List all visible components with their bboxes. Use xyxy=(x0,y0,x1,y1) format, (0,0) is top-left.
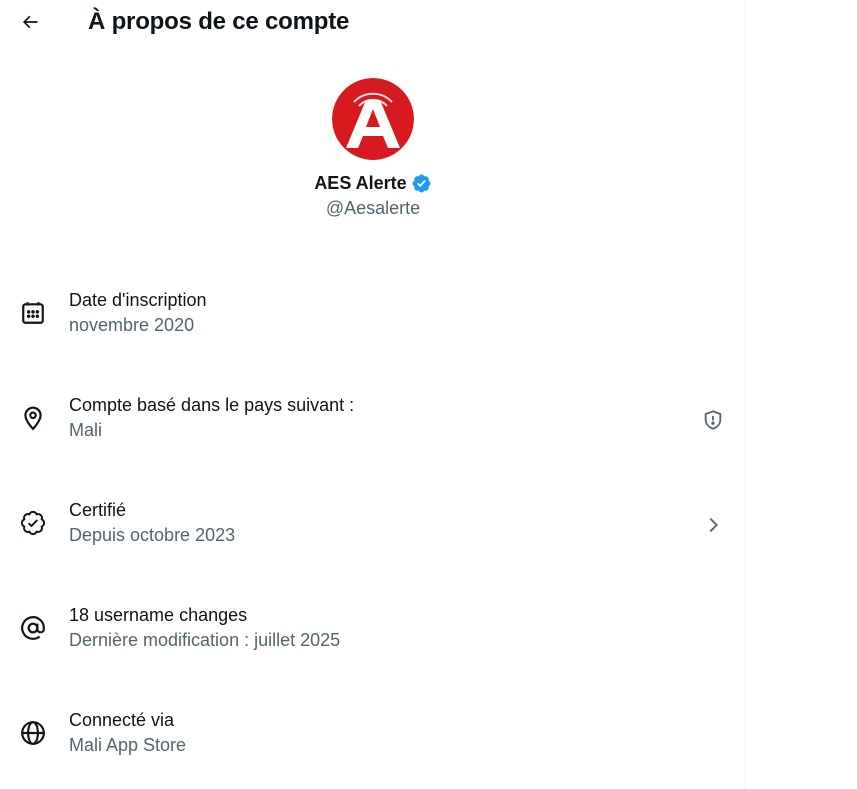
row-subtitle: Depuis octobre 2023 xyxy=(69,525,236,545)
shield-alert-icon[interactable] xyxy=(702,409,724,431)
verified-badge-icon xyxy=(412,174,431,192)
row-connected-via: Connecté via Mali App Store xyxy=(0,680,746,785)
row-title: Compte basé dans le pays suivant : xyxy=(69,395,355,415)
display-name: AES Alerte xyxy=(314,172,407,193)
row-verified[interactable]: Certifié Depuis octobre 2023 xyxy=(0,470,746,575)
row-text: Connecté via Mali App Store xyxy=(69,708,186,757)
back-button[interactable] xyxy=(12,4,48,40)
row-title: 18 username changes xyxy=(69,605,248,625)
row-title: Connecté via xyxy=(69,710,175,730)
row-title: Date d'inscription xyxy=(69,290,207,310)
page-title: À propos de ce compte xyxy=(88,8,350,35)
row-text: 18 username changes Dernière modificatio… xyxy=(69,603,340,652)
at-sign-icon xyxy=(21,616,45,640)
profile-summary: AES Alerte @Aesalerte xyxy=(0,78,746,219)
account-info-list: Date d'inscription novembre 2020 Compte … xyxy=(0,260,746,785)
row-subtitle: novembre 2020 xyxy=(69,315,195,335)
verified-badge-outline-icon xyxy=(20,510,46,536)
chevron-right-icon[interactable] xyxy=(702,514,724,536)
row-text: Date d'inscription novembre 2020 xyxy=(69,288,207,337)
avatar[interactable] xyxy=(332,78,414,160)
handle: @Aesalerte xyxy=(325,198,421,218)
row-text: Compte basé dans le pays suivant : Mali xyxy=(69,393,354,442)
row-subtitle: Mali App Store xyxy=(69,735,187,755)
row-title: Certifié xyxy=(69,500,127,520)
page-header: À propos de ce compte xyxy=(0,0,746,44)
main-column: À propos de ce compte AES Alerte @Aesale… xyxy=(0,0,746,789)
row-text: Certifié Depuis octobre 2023 xyxy=(69,498,235,547)
row-username-changes: 18 username changes Dernière modificatio… xyxy=(0,575,746,680)
globe-icon xyxy=(21,721,45,745)
row-subtitle: Dernière modification : juillet 2025 xyxy=(69,630,341,650)
calendar-icon xyxy=(22,302,44,324)
row-join-date: Date d'inscription novembre 2020 xyxy=(0,260,746,365)
arrow-left-icon xyxy=(22,15,38,29)
row-subtitle: Mali xyxy=(69,420,103,440)
location-pin-icon xyxy=(24,406,42,431)
row-country: Compte basé dans le pays suivant : Mali xyxy=(0,365,746,470)
name-row: AES Alerte xyxy=(0,171,746,195)
